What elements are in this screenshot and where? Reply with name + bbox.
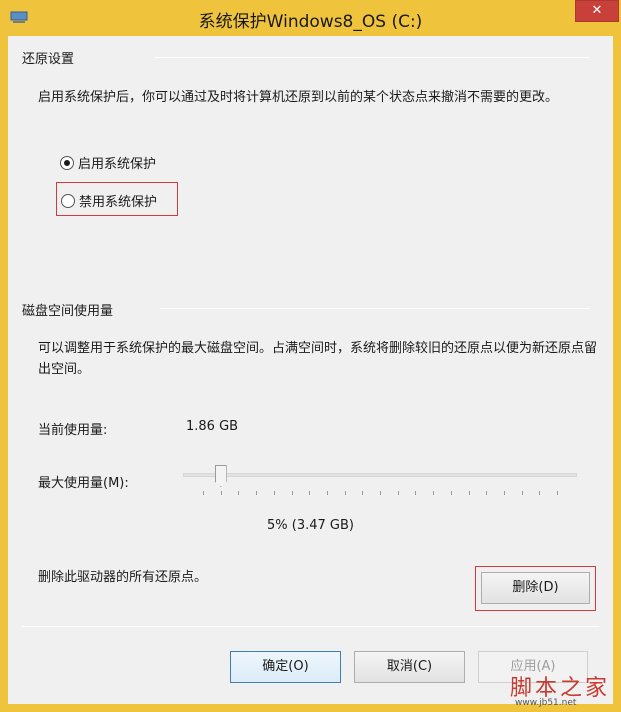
window-title: 系统保护Windows8_OS (C:) — [198, 12, 423, 32]
radio-disable-protection[interactable]: 禁用系统保护 — [61, 191, 157, 210]
group-divider — [154, 57, 590, 58]
max-usage-label: 最大使用量(M): — [38, 476, 129, 491]
slider-tick — [433, 491, 435, 495]
ok-button[interactable]: 确定(O) — [230, 651, 341, 683]
slider-tick — [521, 491, 523, 495]
disk-usage-title: 磁盘空间使用量 — [22, 304, 114, 319]
slider-tick — [238, 491, 240, 495]
slider-tick — [344, 491, 346, 495]
slider-tick — [450, 491, 452, 495]
radio-label[interactable]: 启用系统保护 — [78, 153, 156, 172]
slider-tick — [415, 491, 417, 495]
footer-divider — [22, 626, 599, 627]
radio-enable-protection[interactable]: 启用系统保护 — [60, 153, 156, 172]
dialog-body: 还原设置 启用系统保护后，你可以通过及时将计算机还原到以前的某个状态点来撤消不需… — [8, 36, 613, 704]
current-usage-label: 当前使用量: — [38, 423, 108, 438]
max-usage-readout: 5% (3.47 GB) — [267, 518, 354, 533]
slider-tick — [291, 491, 293, 495]
radio-unchecked-icon[interactable] — [61, 193, 75, 208]
restore-description: 启用系统保护后，你可以通过及时将计算机还原到以前的某个状态点来撤消不需要的更改。 — [38, 90, 559, 105]
slider-tick — [362, 491, 364, 495]
slider-tick — [486, 491, 488, 495]
delete-button[interactable]: 删除(D) — [481, 572, 590, 604]
cancel-button[interactable]: 取消(C) — [354, 651, 465, 683]
slider-tick — [273, 491, 275, 495]
slider-tick — [539, 491, 541, 495]
slider-tick — [503, 491, 505, 495]
title-bar: 系统保护Windows8_OS (C:) ✕ — [0, 0, 621, 36]
watermark-url: www.jb51.net — [515, 698, 577, 708]
slider-tick — [557, 491, 558, 495]
slider-tick — [397, 491, 399, 495]
disk-usage-description: 可以调整用于系统保护的最大磁盘空间。占满空间时，系统将删除较旧的还原点以便为新还… — [38, 341, 598, 377]
slider-track[interactable] — [183, 473, 577, 477]
slider-tick — [309, 491, 311, 495]
slider-tick — [203, 491, 204, 495]
slider-tick — [326, 491, 328, 495]
slider-tick — [220, 491, 222, 495]
group-divider — [160, 308, 590, 309]
slider-thumb[interactable] — [214, 465, 227, 487]
close-button[interactable]: ✕ — [575, 0, 619, 22]
current-usage-value: 1.86 GB — [186, 419, 239, 434]
delete-restore-points-text: 删除此驱动器的所有还原点。 — [38, 570, 208, 585]
radio-checked-icon[interactable] — [60, 155, 74, 170]
slider-tick — [256, 491, 258, 495]
slider-tick — [380, 491, 381, 495]
restore-settings-title: 还原设置 — [22, 52, 75, 67]
radio-label[interactable]: 禁用系统保护 — [79, 191, 157, 210]
slider-tick — [468, 491, 470, 495]
